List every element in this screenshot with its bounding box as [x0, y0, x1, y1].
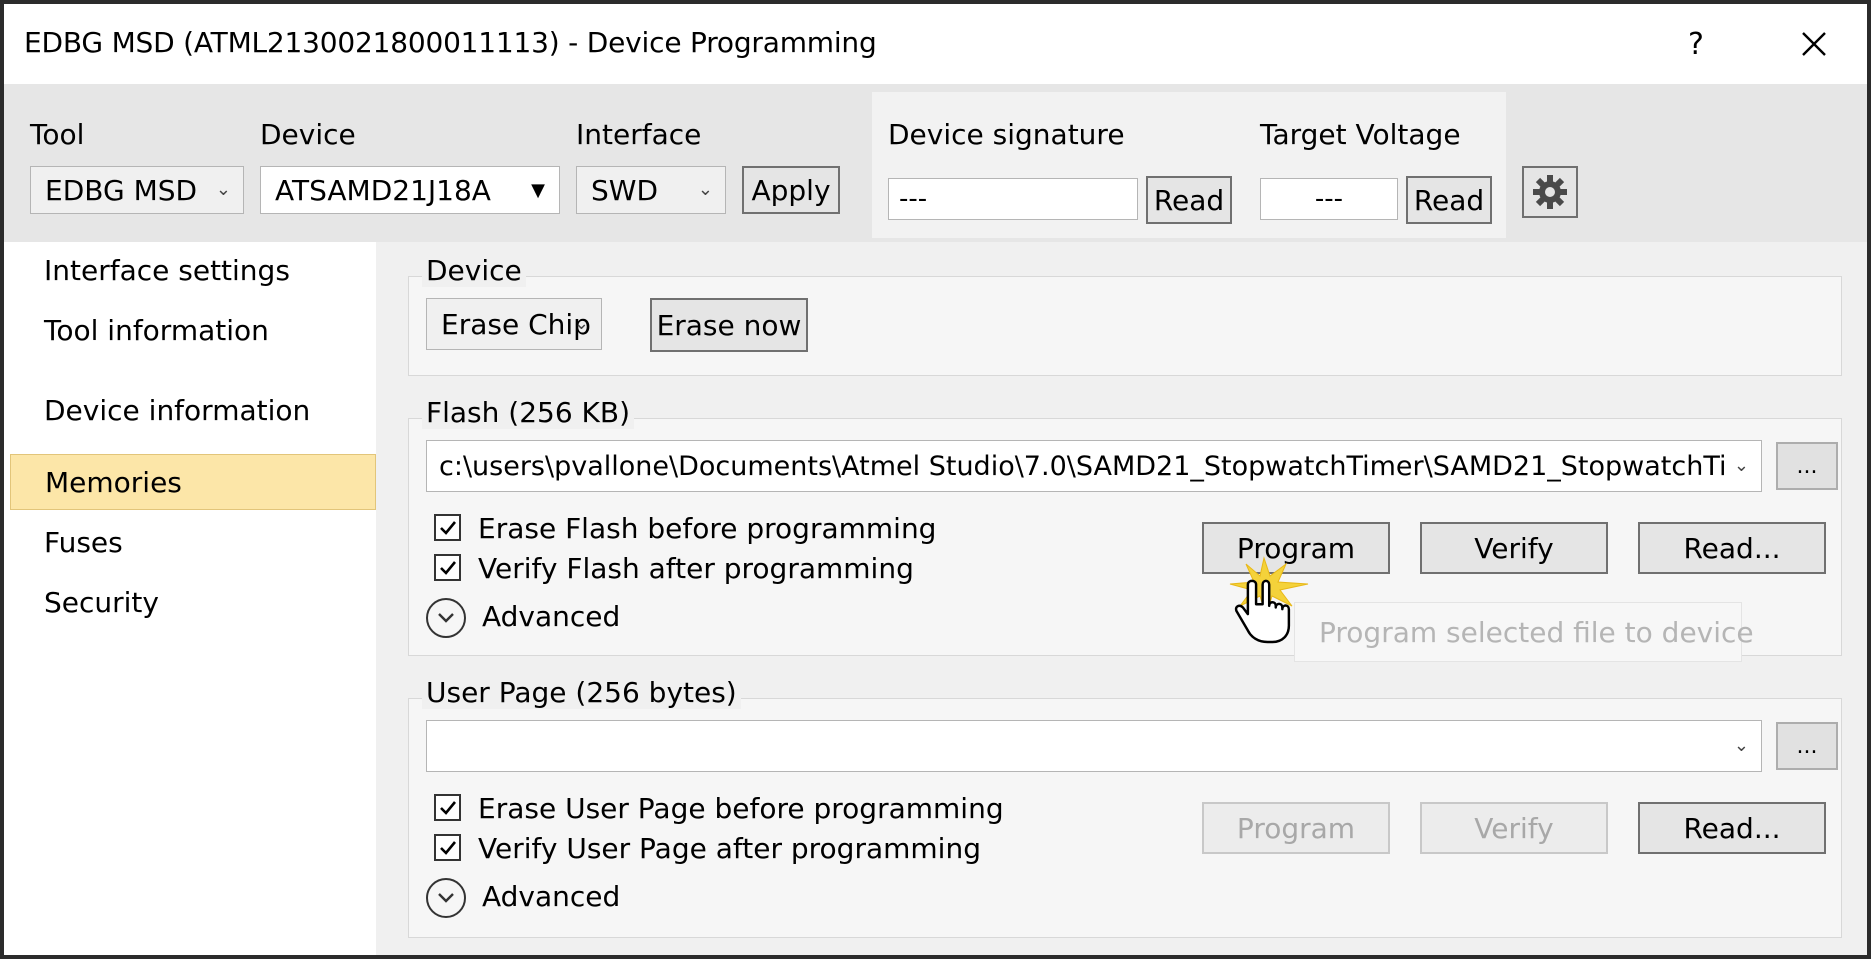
flash-read-button[interactable]: Read...	[1638, 522, 1826, 574]
toolbar: Tool EDBG MSD ⌄ Device ATSAMD21J18A ▼ In…	[4, 84, 1867, 242]
flash-browse-button[interactable]: ...	[1776, 442, 1838, 490]
sidebar-item-label: Memories	[45, 465, 182, 499]
erase-mode-select[interactable]: Erase Chip ⌄	[426, 298, 602, 350]
expand-advanced-icon[interactable]	[426, 878, 466, 918]
chevron-down-icon: ⌄	[697, 179, 713, 200]
erase-user-page-label: Erase User Page before programming	[478, 792, 1004, 825]
chevron-down-icon: ⌄	[1727, 455, 1749, 476]
checkmark-icon	[439, 520, 456, 535]
chevron-down-icon: ⌄	[1733, 735, 1749, 756]
user-page-read-button[interactable]: Read...	[1638, 802, 1826, 854]
user-page-advanced-label[interactable]: Advanced	[482, 880, 620, 913]
target-voltage-field: ---	[1260, 178, 1398, 220]
help-button[interactable]: ?	[1668, 18, 1724, 70]
device-group-label: Device	[422, 254, 526, 287]
device-select-value: ATSAMD21J18A	[275, 173, 491, 207]
user-page-verify-button[interactable]: Verify	[1420, 802, 1608, 854]
user-page-program-button[interactable]: Program	[1202, 802, 1390, 854]
tool-select-value: EDBG MSD	[45, 173, 198, 207]
sidebar-item-tool-information[interactable]: Tool information	[10, 302, 376, 358]
verify-flash-checkbox[interactable]	[434, 554, 461, 581]
dropdown-arrow-icon: ▼	[531, 180, 545, 201]
flash-file-select[interactable]: c:\users\pvallone\Documents\Atmel Studio…	[426, 440, 1762, 492]
hand-cursor-icon	[1229, 556, 1309, 644]
erase-now-button[interactable]: Erase now	[650, 298, 808, 352]
interface-select[interactable]: SWD ⌄	[576, 166, 726, 214]
sidebar-item-device-information[interactable]: Device information	[10, 382, 376, 438]
device-signature-field: ---	[888, 178, 1138, 220]
checkmark-icon	[439, 560, 456, 575]
memories-panel: Device Erase Chip ⌄ Erase now Flash (256…	[376, 242, 1867, 955]
interface-label: Interface	[576, 118, 702, 151]
sidebar-item-label: Security	[44, 585, 159, 619]
erase-mode-value: Erase Chip	[441, 307, 591, 341]
apply-button[interactable]: Apply	[742, 166, 840, 214]
sidebar-item-label: Interface settings	[44, 253, 290, 287]
title-bar: EDBG MSD (ATML2130021800011113) - Device…	[4, 4, 1867, 84]
user-page-group-label: User Page (256 bytes)	[422, 676, 741, 709]
read-voltage-button[interactable]: Read	[1406, 176, 1492, 224]
tool-select[interactable]: EDBG MSD ⌄	[30, 166, 244, 214]
checkmark-icon	[439, 840, 456, 855]
sidebar-item-security[interactable]: Security	[10, 574, 376, 630]
close-icon	[1802, 32, 1826, 56]
sidebar-item-label: Fuses	[44, 525, 123, 559]
user-page-file-select[interactable]: ⌄	[426, 720, 1762, 772]
erase-flash-checkbox[interactable]	[434, 514, 461, 541]
signature-panel: Device signature --- Read Target Voltage…	[872, 92, 1506, 238]
erase-flash-label: Erase Flash before programming	[478, 512, 937, 545]
gear-icon	[1533, 175, 1567, 209]
close-button[interactable]	[1786, 18, 1842, 70]
program-tooltip: Program selected file to device	[1294, 602, 1754, 662]
chevron-down-icon: ⌄	[573, 313, 589, 334]
verify-user-page-checkbox[interactable]	[434, 834, 461, 861]
target-voltage-label: Target Voltage	[1260, 118, 1461, 151]
sidebar-item-fuses[interactable]: Fuses	[10, 514, 376, 570]
user-page-browse-button[interactable]: ...	[1776, 722, 1838, 770]
window-title: EDBG MSD (ATML2130021800011113) - Device…	[24, 26, 877, 59]
expand-advanced-icon[interactable]	[426, 598, 466, 638]
sidebar-item-memories[interactable]: Memories	[10, 454, 376, 510]
read-signature-button[interactable]: Read	[1146, 176, 1232, 224]
interface-select-value: SWD	[591, 173, 659, 207]
checkmark-icon	[439, 800, 456, 815]
erase-user-page-checkbox[interactable]	[434, 794, 461, 821]
device-select[interactable]: ATSAMD21J18A ▼	[260, 166, 560, 214]
device-signature-label: Device signature	[888, 118, 1125, 151]
sidebar-item-interface-settings[interactable]: Interface settings	[10, 242, 376, 298]
chevron-down-icon: ⌄	[215, 179, 231, 200]
flash-advanced-label[interactable]: Advanced	[482, 600, 620, 633]
device-label: Device	[260, 118, 356, 151]
sidebar-item-label: Tool information	[44, 313, 269, 347]
verify-flash-label: Verify Flash after programming	[478, 552, 914, 585]
flash-file-path: c:\users\pvallone\Documents\Atmel Studio…	[439, 450, 1727, 482]
device-group	[408, 276, 1842, 376]
verify-user-page-label: Verify User Page after programming	[478, 832, 981, 865]
device-programming-window: EDBG MSD (ATML2130021800011113) - Device…	[0, 0, 1871, 959]
sidebar: Interface settings Tool information Devi…	[4, 242, 376, 955]
sidebar-item-label: Device information	[44, 393, 311, 427]
flash-group-label: Flash (256 KB)	[422, 396, 635, 429]
settings-button[interactable]	[1522, 166, 1578, 218]
flash-verify-button[interactable]: Verify	[1420, 522, 1608, 574]
tool-label: Tool	[30, 118, 85, 151]
